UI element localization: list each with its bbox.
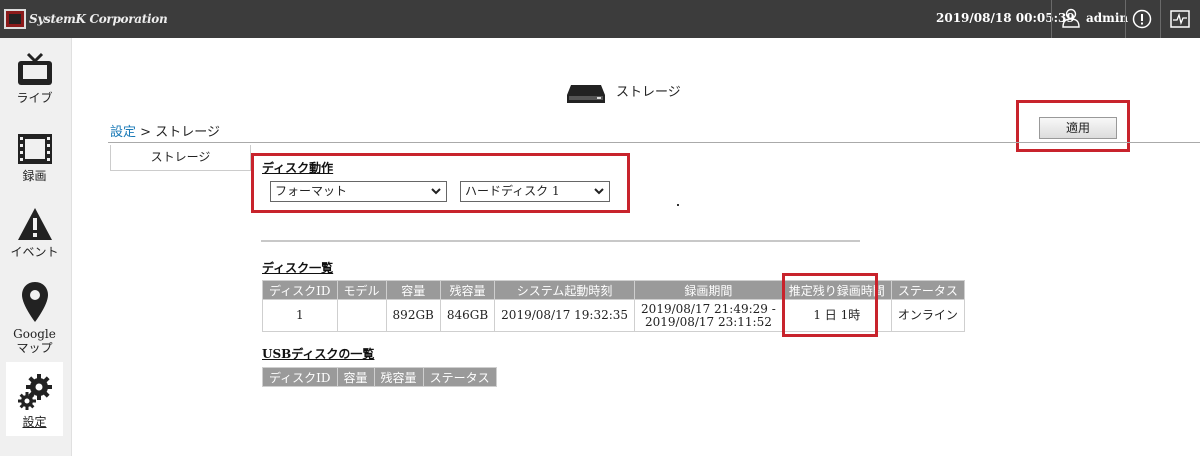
- sidebar-item-label: ライブ: [16, 91, 53, 105]
- monitor-pulse-icon: [1170, 10, 1190, 28]
- column-header: 録画期間: [634, 280, 783, 300]
- section-divider: [261, 240, 860, 242]
- sidebar-item-recording[interactable]: 録画: [6, 132, 63, 188]
- exclamation-circle-icon: [1132, 9, 1152, 29]
- cell-capacity: 892GB: [385, 299, 441, 332]
- username-label: admin: [1086, 11, 1129, 25]
- table-header-row: ディスクID 容量 残容量 ステータス: [262, 367, 497, 387]
- sidebar-item-label-line2: マップ: [16, 341, 53, 355]
- header-divider: [108, 142, 1200, 143]
- page-title: ストレージ: [616, 85, 681, 100]
- sidebar-item-event[interactable]: イベント: [6, 206, 63, 264]
- usb-list-title: USBディスクの一覧: [262, 347, 375, 361]
- column-header: システム起動時刻: [494, 280, 636, 300]
- breadcrumb-current: ストレージ: [155, 125, 220, 140]
- stray-dot: [677, 204, 679, 206]
- period-end: 2019/08/17 23:11:52: [644, 314, 772, 329]
- topbar-divider: [1160, 0, 1161, 38]
- breadcrumb: 設定 > ストレージ: [110, 121, 220, 140]
- datetime-display: 2019/08/18 00:05:39: [936, 11, 1075, 25]
- column-header: 残容量: [439, 280, 496, 300]
- column-header: 容量: [336, 367, 375, 387]
- sidebar-item-settings[interactable]: 設定: [6, 362, 63, 436]
- warning-icon: [17, 208, 52, 240]
- cell-boot-time: 2019/08/17 19:32:35: [494, 299, 636, 332]
- tv-icon: [17, 52, 52, 85]
- cell-remaining: 846GB: [439, 299, 496, 332]
- column-header: 容量: [385, 280, 441, 300]
- logo-mark-icon: [4, 9, 26, 29]
- column-header: ステータス: [422, 367, 497, 387]
- sidebar-item-label: 設定: [22, 415, 47, 429]
- highlight-box-disk-action: [251, 153, 630, 213]
- cell-model: [336, 299, 387, 332]
- logo-text: SystemK Corporation: [29, 12, 168, 26]
- cell-status: オンライン: [890, 299, 965, 332]
- sidebar-item-live[interactable]: ライブ: [6, 52, 63, 114]
- period-start: 2019/08/17 21:49:29 -: [641, 301, 776, 316]
- highlight-box-apply: [1016, 100, 1130, 152]
- breadcrumb-link-settings[interactable]: 設定: [110, 125, 136, 140]
- breadcrumb-separator: >: [140, 125, 152, 140]
- cell-recording-period: 2019/08/17 21:49:29 - 2019/08/17 23:11:5…: [634, 299, 783, 332]
- sidebar-item-label: イベント: [10, 245, 59, 259]
- column-header: ステータス: [890, 280, 965, 300]
- topbar-divider: [1051, 0, 1052, 38]
- sidebar: ライブ 録画 イベント Google マップ 設定: [0, 38, 72, 456]
- column-header: ディスクID: [262, 367, 338, 387]
- company-logo: SystemK Corporation: [4, 8, 168, 30]
- storage-drive-icon: [567, 85, 605, 103]
- sidebar-item-label: 録画: [22, 169, 47, 183]
- highlight-box-status: [782, 273, 878, 337]
- disk-list-title: ディスク一覧: [262, 261, 334, 275]
- usb-list-table: ディスクID 容量 残容量 ステータス: [262, 367, 497, 387]
- alert-button[interactable]: [1129, 6, 1155, 32]
- gears-icon: [17, 374, 52, 410]
- column-header: ディスクID: [262, 280, 338, 300]
- column-header: モデル: [336, 280, 387, 300]
- column-header: 残容量: [373, 367, 424, 387]
- system-monitor-button[interactable]: [1167, 6, 1193, 32]
- cell-disk-id: 1: [262, 299, 338, 332]
- sidebar-item-google-map[interactable]: Google マップ: [6, 280, 63, 355]
- user-menu[interactable]: admin: [1062, 8, 1128, 28]
- topbar-divider: [1125, 0, 1126, 38]
- top-bar: SystemK Corporation 2019/08/18 00:05:39 …: [0, 0, 1200, 38]
- user-icon: [1062, 8, 1080, 28]
- film-icon: [17, 134, 52, 164]
- tab-storage[interactable]: ストレージ: [110, 145, 251, 171]
- sidebar-item-label: Google: [13, 327, 56, 341]
- map-pin-icon: [21, 282, 48, 322]
